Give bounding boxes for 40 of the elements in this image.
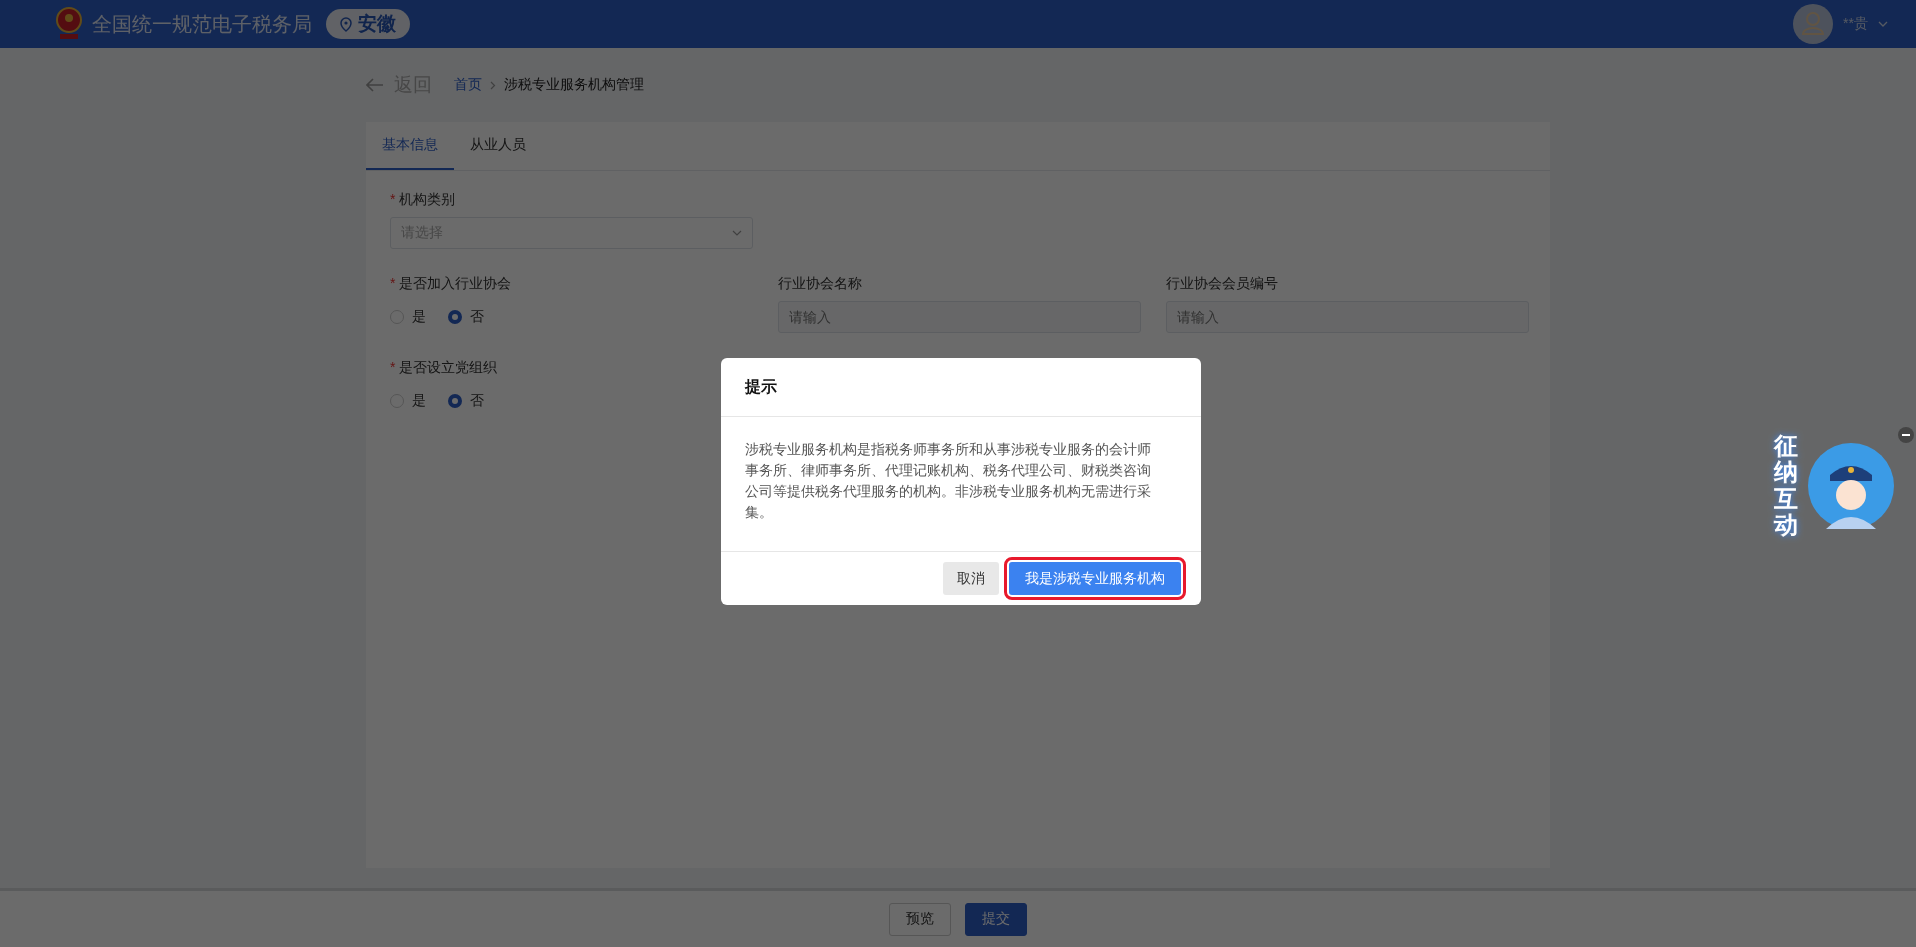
radio-label: 是 [412,392,426,410]
location-pin-icon [340,16,352,32]
mascot-drawing[interactable] [1808,443,1894,529]
radio-option[interactable]: 是 [390,308,426,326]
cancel-button[interactable]: 取消 [943,562,999,595]
chevron-right-icon [490,80,496,90]
tab[interactable]: 从业人员 [454,122,542,170]
radio-option[interactable]: 否 [448,392,484,410]
field-label: 是否加入行业协会 [399,275,512,293]
radio-option[interactable]: 否 [448,308,484,326]
user-name[interactable]: **贵 [1843,15,1868,33]
required-mark: * [390,275,396,293]
radio-label: 是 [412,308,426,326]
region-selector[interactable]: 安徽 [326,9,410,39]
dialog-title: 提示 [745,376,777,397]
site-title: 全国统一规范电子税务局 [92,11,312,37]
tab[interactable]: 基本信息 [366,122,454,170]
required-mark: * [390,359,396,377]
avatar-icon[interactable] [1793,4,1834,44]
emblem-icon [54,7,84,41]
required-mark: * [390,191,396,209]
preview-button[interactable]: 预览 [889,902,951,936]
breadcrumb-item[interactable]: 首页 [454,76,482,94]
radio-button[interactable] [448,394,462,408]
mascot-label[interactable]: 征纳互动 [1774,433,1798,539]
arrow-left-icon [366,78,384,92]
field-label: 机构类别 [399,191,456,209]
radio-button[interactable] [448,310,462,324]
chevron-down-icon[interactable] [1878,21,1888,27]
submit-button[interactable]: 提交 [965,902,1027,936]
radio-label: 否 [470,392,484,410]
chevron-down-icon [732,230,742,236]
dialog-message: 涉税专业服务机构是指税务师事务所和从事涉税专业服务的会计师事务所、律师事务所、代理记账机构、税务代理公司、财税类咨询公司等提供税务代理服务的机构。非涉税专业服务机构无需进行采集。 [745,441,1152,522]
breadcrumb-item: 涉税专业服务机构管理 [504,76,644,94]
field-label: 是否设立党组织 [399,359,498,377]
minimize-icon[interactable] [1898,427,1914,443]
field-label: 行业协会会员编号 [1166,275,1278,293]
radio-label: 否 [470,308,484,326]
radio-option[interactable]: 是 [390,392,426,410]
field-label: 行业协会名称 [778,275,862,293]
